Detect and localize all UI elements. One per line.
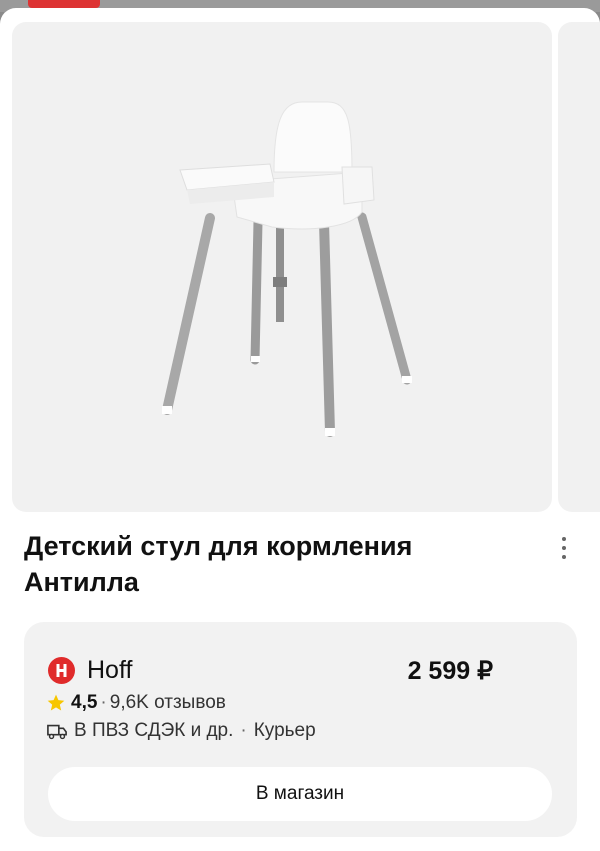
separator-dot: ·	[100, 692, 107, 713]
separator-dot: ·	[240, 720, 247, 741]
background-logo	[28, 0, 100, 8]
delivery-row: В ПВЗ СДЭК и др. · Курьер	[46, 720, 316, 742]
more-vertical-icon[interactable]	[550, 533, 578, 563]
product-photo[interactable]	[12, 22, 552, 512]
next-product-photo[interactable]	[558, 22, 600, 512]
high-chair-image	[162, 101, 412, 437]
rating-value: 4,5	[71, 692, 98, 713]
go-to-shop-button[interactable]: В магазин	[48, 767, 552, 821]
product-sheet: Детский стул для кормления Антилла Hoff …	[0, 8, 600, 851]
shop-name: Hoff	[87, 656, 133, 684]
star-icon	[47, 694, 65, 711]
offer-card[interactable]: Hoff 2 599 ₽ 4,5 · 9,6K отзывов В ПВЗ СД…	[24, 622, 577, 837]
rating-row[interactable]: 4,5 · 9,6K отзывов	[46, 692, 226, 714]
offer-price: 2 599 ₽	[407, 657, 493, 685]
delivery-courier: Курьер	[253, 720, 316, 741]
more-dot	[562, 546, 566, 550]
product-gallery[interactable]	[12, 22, 600, 512]
more-dot	[562, 555, 566, 559]
product-title: Детский стул для кормления Антилла	[24, 531, 413, 597]
shop-row: Hoff	[48, 656, 132, 685]
reviews-count: 9,6K отзывов	[109, 692, 226, 713]
hoff-logo-icon	[48, 657, 75, 684]
delivery-truck-icon	[47, 724, 67, 740]
more-dot	[562, 537, 566, 541]
hoff-logo-letter	[56, 664, 67, 677]
delivery-pickup: В ПВЗ СДЭК и др.	[74, 720, 234, 741]
